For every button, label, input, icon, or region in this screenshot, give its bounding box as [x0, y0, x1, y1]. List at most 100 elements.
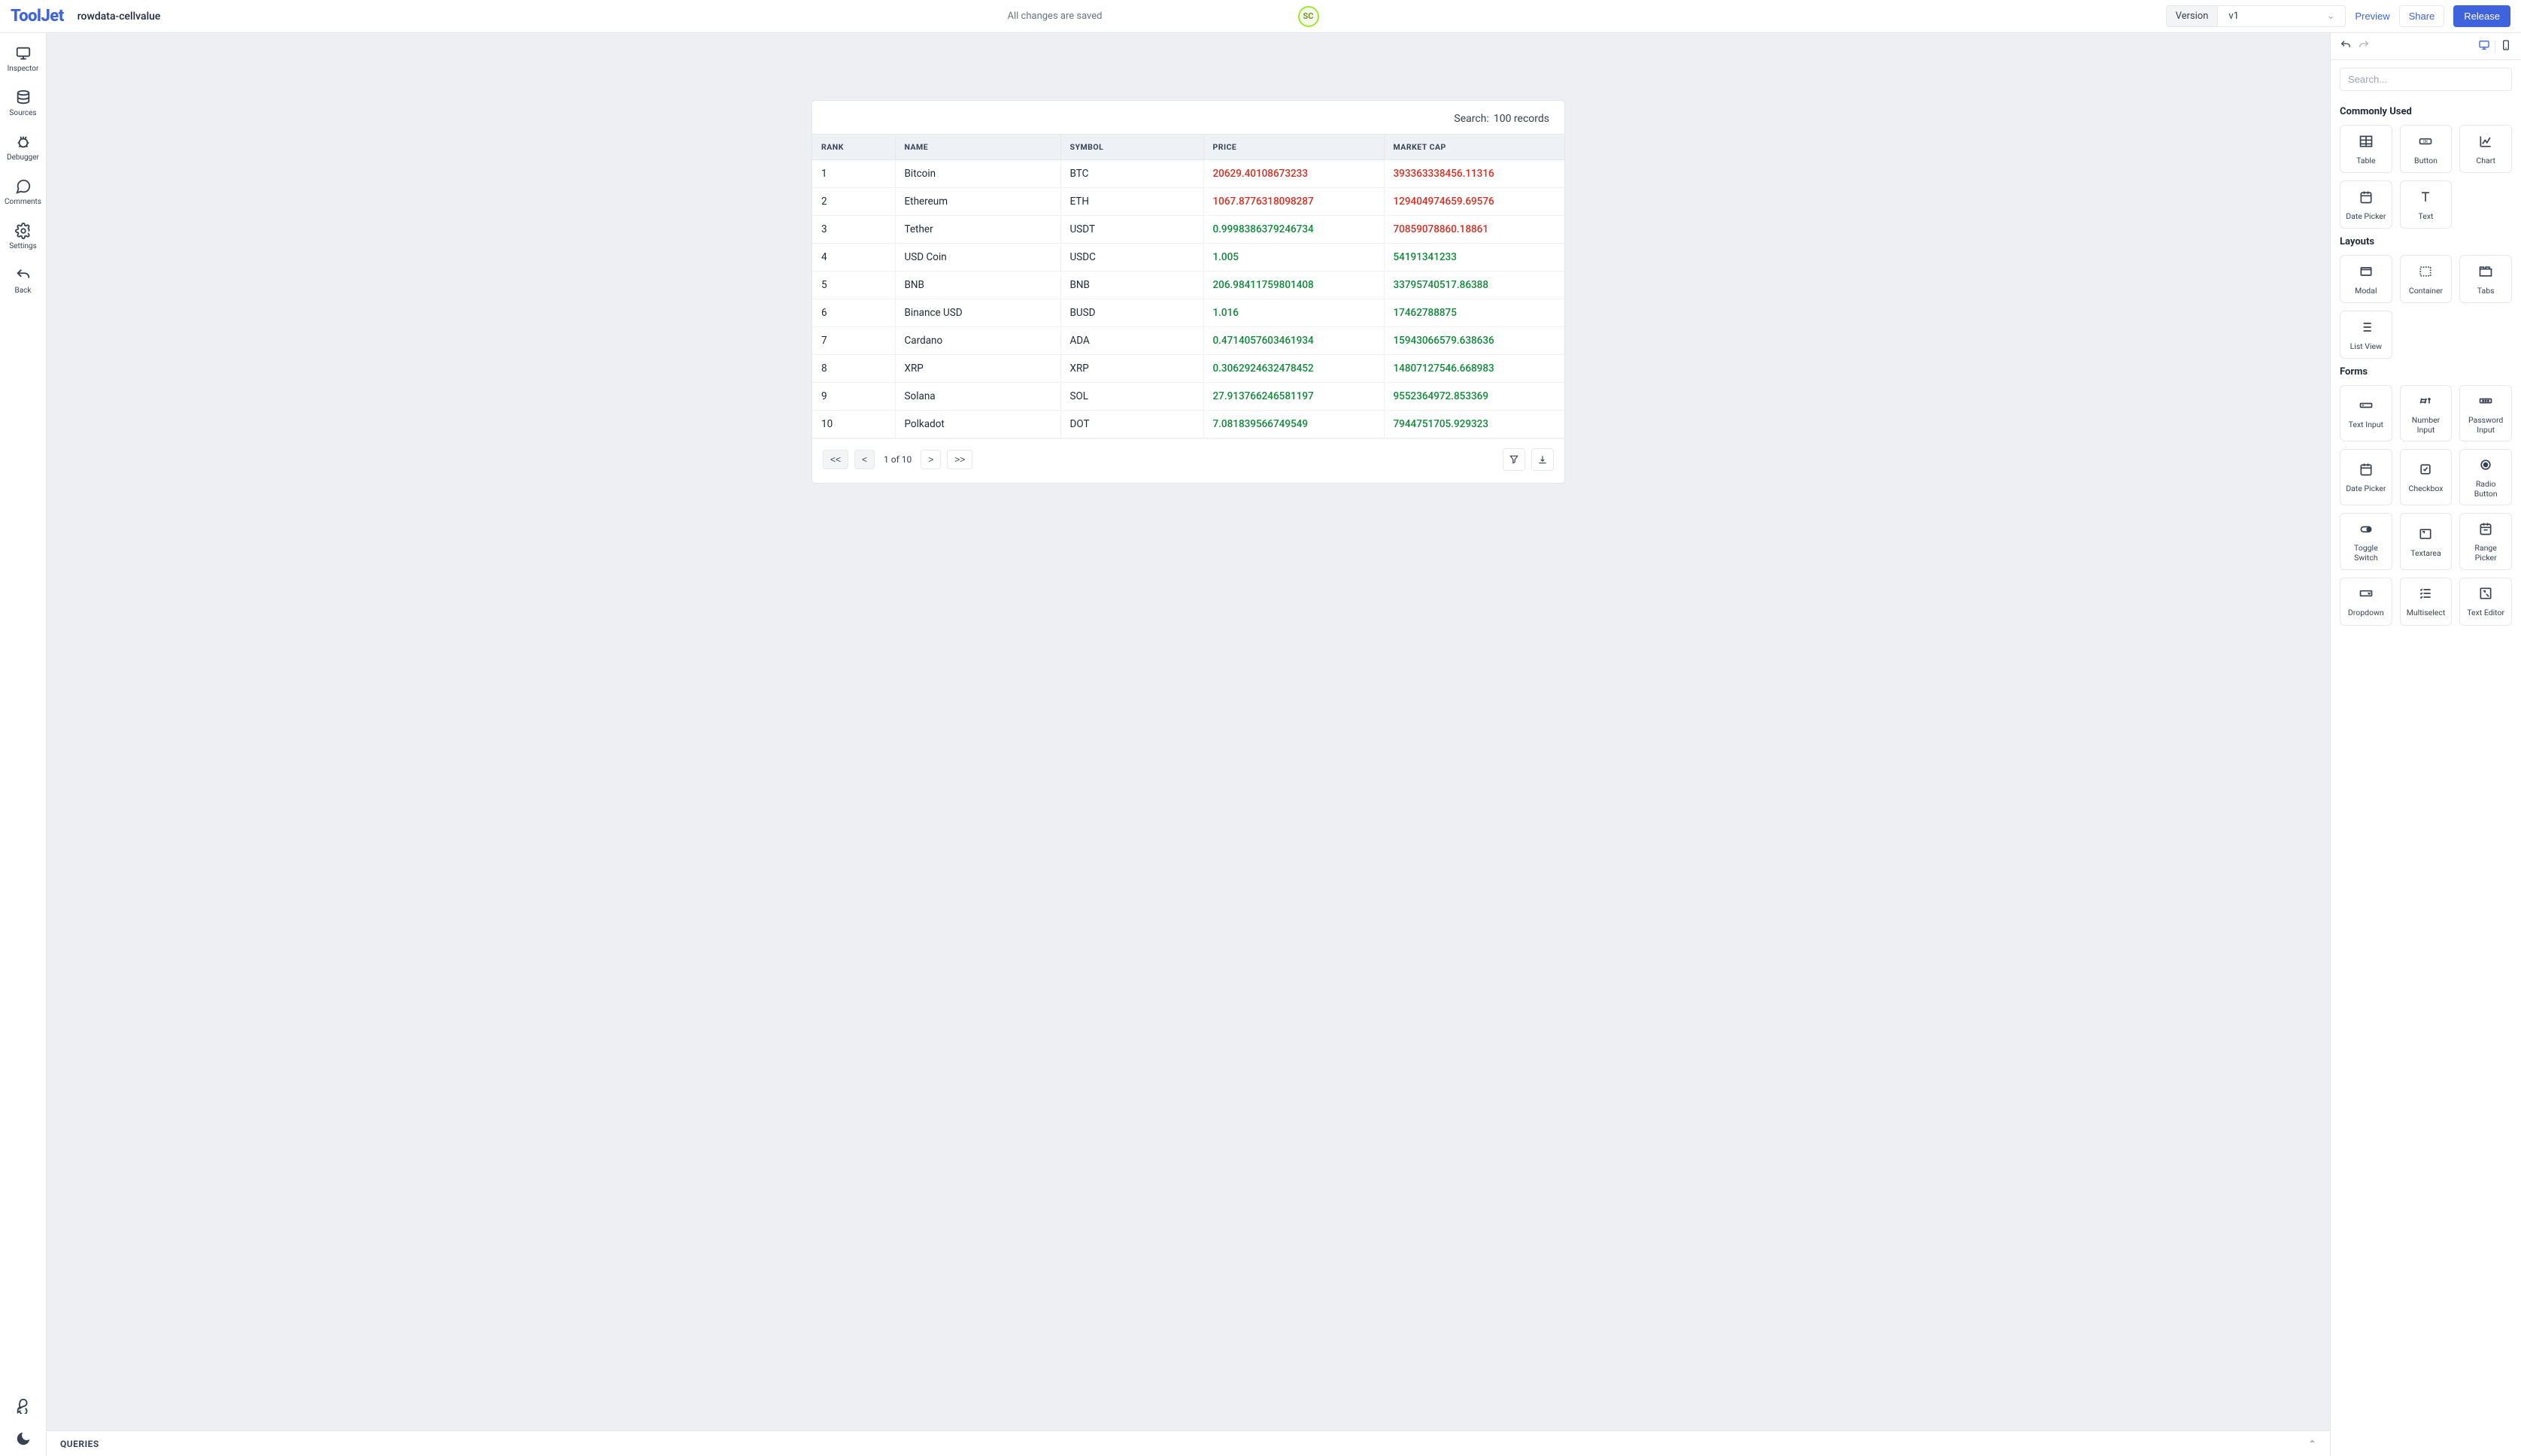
nav-sources[interactable]: Sources: [0, 82, 46, 126]
nav-label: Back: [15, 287, 32, 295]
download-icon: [1537, 454, 1548, 465]
col-header-symbol[interactable]: SYMBOL: [1060, 135, 1203, 160]
cell-name: USD Coin: [895, 244, 1060, 271]
component-tile-text[interactable]: Text: [2400, 180, 2453, 229]
cell-price: 1.005: [1203, 244, 1384, 271]
component-tile-dropdown[interactable]: Dropdown: [2340, 578, 2392, 626]
nav-comments[interactable]: Comments: [0, 171, 46, 215]
avatar[interactable]: SC: [1298, 6, 1319, 27]
queries-panel-toggle[interactable]: QUERIES ⌃: [47, 1430, 2330, 1456]
text-input-icon: [2359, 398, 2374, 416]
cell-rank: 8: [812, 355, 895, 383]
table-row[interactable]: 4USD CoinUSDC1.00554191341233: [812, 244, 1564, 271]
cell-marketcap: 54191341233: [1384, 244, 1564, 271]
save-status: All changes are saved: [1008, 11, 1103, 22]
text-icon: [2418, 190, 2433, 208]
comment-icon: [15, 178, 32, 195]
table-row[interactable]: 2EthereumETH1067.87763180982871294049746…: [812, 188, 1564, 216]
component-tile-password-input[interactable]: Password Input: [2459, 385, 2512, 441]
table-row[interactable]: 3TetherUSDT0.999838637924673470859078860…: [812, 216, 1564, 244]
container-icon: [2418, 264, 2433, 282]
share-button[interactable]: Share: [2399, 5, 2445, 27]
component-tile-label: Container: [2409, 287, 2443, 296]
component-tile-label: Range Picker: [2463, 544, 2508, 563]
nav-inspector[interactable]: Inspector: [0, 38, 46, 82]
cell-rank: 3: [812, 216, 895, 244]
component-tile-date-picker[interactable]: Date Picker: [2340, 180, 2392, 229]
gear-icon: [15, 223, 32, 239]
inspector-icon: [15, 45, 32, 62]
table-row[interactable]: 9SolanaSOL27.9137662465811979552364972.8…: [812, 383, 1564, 411]
component-tile-text-editor[interactable]: Text Editor: [2459, 578, 2512, 626]
cell-marketcap: 33795740517.86388: [1384, 271, 1564, 299]
date-picker-icon: [2359, 190, 2374, 208]
release-button[interactable]: Release: [2453, 5, 2510, 27]
component-tile-multiselect[interactable]: Multiselect: [2400, 578, 2453, 626]
component-tile-button[interactable]: OKButton: [2400, 125, 2453, 173]
page-first-button[interactable]: <<: [823, 450, 848, 469]
undo-icon: [2340, 39, 2352, 51]
component-tile-date-picker[interactable]: Date Picker: [2340, 449, 2392, 505]
table-row[interactable]: 6Binance USDBUSD1.01617462788875: [812, 299, 1564, 327]
preview-button[interactable]: Preview: [2355, 11, 2389, 22]
chevron-up-icon: ⌃: [2308, 1439, 2316, 1449]
cell-name: Solana: [895, 383, 1060, 411]
cell-name: XRP: [895, 355, 1060, 383]
component-tile-range-picker[interactable]: Range Picker: [2459, 513, 2512, 569]
page-next-button[interactable]: >: [921, 450, 941, 469]
version-dropdown[interactable]: v1 ⌄: [2218, 5, 2346, 27]
component-tile-table[interactable]: Table: [2340, 125, 2392, 173]
table-row[interactable]: 10PolkadotDOT7.0818395667495497944751705…: [812, 411, 1564, 438]
page-info: 1 of 10: [881, 454, 915, 465]
chat-bubbles-icon: [15, 1397, 32, 1414]
table-row[interactable]: 5BNBBNB206.9841175980140833795740517.863…: [812, 271, 1564, 299]
nav-theme[interactable]: [0, 1423, 46, 1456]
component-tile-textarea[interactable]: Textarea: [2400, 513, 2453, 569]
redo-button[interactable]: [2358, 39, 2370, 54]
cell-price: 1.016: [1203, 299, 1384, 327]
component-tile-toggle-switch[interactable]: Toggle Switch: [2340, 513, 2392, 569]
component-tile-container[interactable]: Container: [2400, 255, 2453, 303]
component-tile-text-input[interactable]: Text Input: [2340, 385, 2392, 441]
table-row[interactable]: 7CardanoADA0.471405760346193415943066579…: [812, 327, 1564, 355]
textarea-icon: [2418, 526, 2433, 544]
component-tile-label: Number Input: [2404, 416, 2449, 435]
moon-icon: [15, 1430, 32, 1447]
page-prev-button[interactable]: <: [854, 450, 875, 469]
logo[interactable]: ToolJet: [11, 7, 64, 26]
undo-button[interactable]: [2340, 39, 2352, 54]
cell-marketcap: 14807127546.668983: [1384, 355, 1564, 383]
nav-back[interactable]: Back: [0, 259, 46, 304]
col-header-marketcap[interactable]: MARKET CAP: [1384, 135, 1564, 160]
component-tile-chart[interactable]: Chart: [2459, 125, 2512, 173]
filter-button[interactable]: [1503, 448, 1525, 471]
app-name[interactable]: rowdata-cellvalue: [77, 11, 161, 23]
desktop-view-button[interactable]: [2478, 39, 2490, 54]
search-input[interactable]: 100 records: [1494, 113, 1549, 125]
page-last-button[interactable]: >>: [947, 450, 972, 469]
component-tile-checkbox[interactable]: Checkbox: [2400, 449, 2453, 505]
component-tile-list-view[interactable]: List View: [2340, 311, 2392, 359]
table-row[interactable]: 1BitcoinBTC20629.40108673233393363338456…: [812, 160, 1564, 188]
component-tile-label: Tabs: [2477, 287, 2495, 296]
cell-price: 20629.40108673233: [1203, 160, 1384, 188]
database-icon: [15, 89, 32, 106]
component-search-input[interactable]: [2340, 68, 2512, 91]
table-widget[interactable]: Search: 100 records RANK NAME SYMBOL PRI…: [812, 101, 1564, 483]
component-tile-tabs[interactable]: Tabs: [2459, 255, 2512, 303]
nav-settings[interactable]: Settings: [0, 215, 46, 259]
component-tile-modal[interactable]: Modal: [2340, 255, 2392, 303]
component-tile-radio-button[interactable]: Radio Button: [2459, 449, 2512, 505]
nav-label: Inspector: [8, 65, 39, 73]
nav-debugger[interactable]: Debugger: [0, 126, 46, 171]
nav-chat[interactable]: [0, 1390, 46, 1423]
cell-symbol: USDT: [1060, 216, 1203, 244]
table-row[interactable]: 8XRPXRP0.306292463247845214807127546.668…: [812, 355, 1564, 383]
component-tile-number-input[interactable]: Number Input: [2400, 385, 2453, 441]
download-button[interactable]: [1531, 448, 1554, 471]
canvas[interactable]: Search: 100 records RANK NAME SYMBOL PRI…: [47, 33, 2330, 1430]
col-header-name[interactable]: NAME: [895, 135, 1060, 160]
col-header-rank[interactable]: RANK: [812, 135, 895, 160]
col-header-price[interactable]: PRICE: [1203, 135, 1384, 160]
mobile-view-button[interactable]: [2500, 39, 2512, 54]
